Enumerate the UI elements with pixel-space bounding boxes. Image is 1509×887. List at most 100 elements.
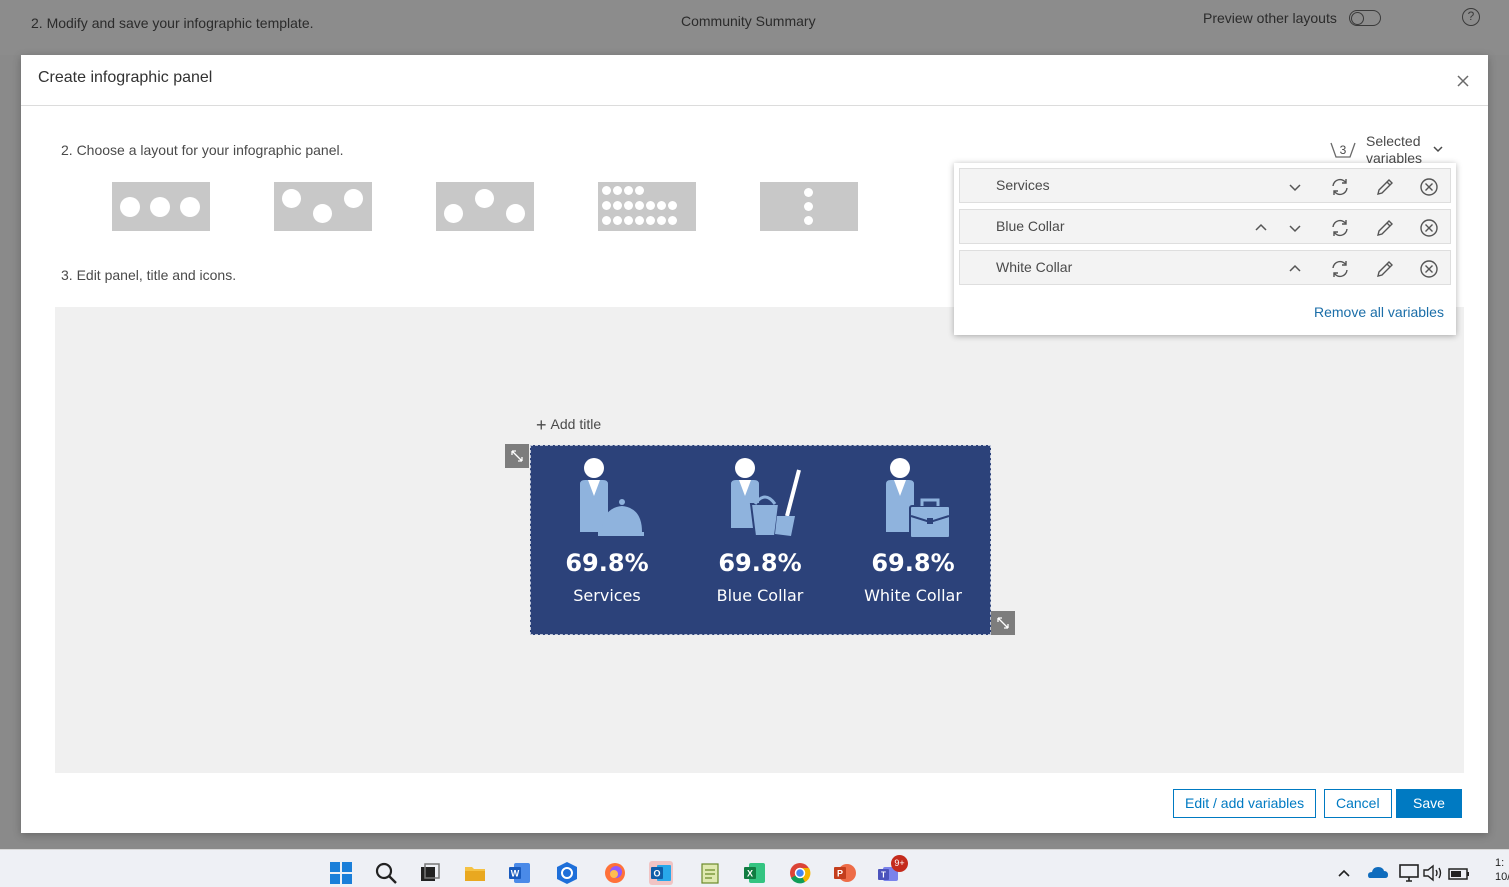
stat-white-collar[interactable]: 69.8% White Collar bbox=[838, 446, 988, 636]
layout-dot bbox=[657, 201, 666, 210]
layout-dot bbox=[804, 202, 813, 211]
notepad-icon[interactable] bbox=[698, 861, 722, 885]
svg-text:X: X bbox=[747, 869, 753, 879]
search-icon[interactable] bbox=[374, 861, 398, 885]
modal-title: Create infographic panel bbox=[38, 69, 213, 86]
background-step-text: 2. Modify and save your infographic temp… bbox=[31, 15, 314, 31]
refresh-icon[interactable] bbox=[1329, 217, 1351, 239]
variable-row-white-collar[interactable]: White Collar bbox=[959, 250, 1451, 285]
layout-option-three-zigzag-up[interactable] bbox=[436, 182, 534, 231]
stat-value: 69.8% bbox=[871, 549, 955, 577]
resize-handle-bottom-right[interactable] bbox=[991, 611, 1015, 635]
variable-row-blue-collar[interactable]: Blue Collar bbox=[959, 209, 1451, 244]
layout-dot bbox=[313, 204, 332, 223]
clock-date: 10/10 bbox=[1495, 871, 1509, 883]
powerpoint-icon[interactable]: P bbox=[833, 861, 857, 885]
refresh-icon[interactable] bbox=[1329, 176, 1351, 198]
layout-dot bbox=[602, 186, 611, 195]
layout-option-three-row[interactable] bbox=[112, 182, 210, 231]
refresh-icon[interactable] bbox=[1329, 258, 1351, 280]
blue-collar-worker-icon bbox=[731, 458, 801, 537]
selected-variables-toggle[interactable]: 3 Selected variables bbox=[1329, 132, 1449, 166]
variable-name: Services bbox=[996, 177, 1050, 193]
variable-name: White Collar bbox=[996, 259, 1073, 275]
svg-text:T: T bbox=[881, 871, 886, 880]
layout-dot bbox=[602, 216, 611, 225]
battery-icon[interactable] bbox=[1447, 861, 1471, 885]
layout-dot bbox=[624, 186, 633, 195]
layout-dot bbox=[646, 201, 655, 210]
taskbar-clock[interactable]: 1: 10/10 bbox=[1495, 856, 1509, 884]
pencil-icon[interactable] bbox=[1374, 217, 1396, 239]
remove-circle-icon[interactable] bbox=[1418, 258, 1440, 280]
remove-all-variables-link[interactable]: Remove all variables bbox=[1314, 304, 1444, 320]
layout-dot bbox=[120, 197, 140, 217]
chevron-down-icon bbox=[1433, 146, 1443, 153]
resize-handle-top-left[interactable] bbox=[505, 444, 529, 468]
windows-taskbar: W O X P T 9+ 1: 10/10 bbox=[0, 849, 1509, 887]
save-button[interactable]: Save bbox=[1396, 789, 1462, 818]
chevron-up-icon[interactable] bbox=[1336, 861, 1352, 885]
word-icon[interactable]: W bbox=[508, 861, 532, 885]
layout-dot bbox=[475, 189, 494, 208]
firefox-icon[interactable] bbox=[603, 861, 627, 885]
layout-dot bbox=[444, 204, 463, 223]
outlook-icon[interactable]: O bbox=[649, 861, 673, 885]
chrome-icon[interactable] bbox=[788, 861, 812, 885]
preview-layouts-toggle[interactable] bbox=[1349, 10, 1381, 26]
layout-option-grid[interactable] bbox=[598, 182, 696, 231]
layout-dot bbox=[804, 188, 813, 197]
move-down-icon[interactable] bbox=[1284, 176, 1306, 198]
stat-blue-collar[interactable]: 69.8% Blue Collar bbox=[685, 446, 835, 636]
add-title-button[interactable]: + Add title bbox=[536, 415, 601, 436]
remove-circle-icon[interactable] bbox=[1418, 176, 1440, 198]
task-view-icon[interactable] bbox=[418, 861, 442, 885]
windows-start-icon[interactable] bbox=[329, 861, 353, 885]
services-worker-icon bbox=[580, 458, 644, 536]
selected-variables-label-line1: Selected bbox=[1366, 133, 1421, 149]
panel-editor-canvas: + Add title 69.8% Services 69.8% Blue Co… bbox=[55, 307, 1464, 773]
excel-icon[interactable]: X bbox=[743, 861, 767, 885]
layout-option-three-zigzag-down[interactable] bbox=[274, 182, 372, 231]
move-up-icon[interactable] bbox=[1284, 258, 1306, 280]
selected-count-icon: 3 bbox=[1330, 142, 1356, 158]
close-icon[interactable] bbox=[1453, 71, 1473, 91]
edit-add-variables-button[interactable]: Edit / add variables bbox=[1173, 789, 1317, 818]
stat-services[interactable]: 69.8% Services bbox=[532, 446, 682, 636]
variable-row-services[interactable]: Services bbox=[959, 168, 1451, 203]
infographic-panel[interactable]: 69.8% Services 69.8% Blue Collar 69.8% W… bbox=[530, 445, 991, 635]
stat-label: White Collar bbox=[864, 586, 962, 605]
layout-dot bbox=[668, 201, 677, 210]
layout-dot bbox=[613, 216, 622, 225]
volume-icon[interactable] bbox=[1421, 861, 1445, 885]
variable-name: Blue Collar bbox=[996, 218, 1065, 234]
layout-dot bbox=[602, 201, 611, 210]
layout-dot bbox=[506, 204, 525, 223]
modal-header: Create infographic panel bbox=[21, 55, 1488, 106]
help-icon[interactable]: ? bbox=[1462, 8, 1480, 26]
layout-dot bbox=[344, 189, 363, 208]
cancel-button[interactable]: Cancel bbox=[1324, 789, 1392, 818]
teams-notification-badge: 9+ bbox=[891, 855, 908, 872]
layout-dot bbox=[635, 186, 644, 195]
layout-option-vertical[interactable] bbox=[760, 182, 858, 231]
layout-dot bbox=[180, 197, 200, 217]
security-app-icon[interactable] bbox=[555, 861, 579, 885]
move-down-icon[interactable] bbox=[1284, 217, 1306, 239]
network-icon[interactable] bbox=[1397, 861, 1421, 885]
stat-value: 69.8% bbox=[718, 549, 802, 577]
remove-circle-icon[interactable] bbox=[1418, 217, 1440, 239]
svg-text:O: O bbox=[653, 869, 660, 879]
plus-icon: + bbox=[536, 415, 547, 435]
preview-layouts-label: Preview other layouts bbox=[1203, 10, 1337, 26]
file-explorer-icon[interactable] bbox=[463, 861, 487, 885]
pencil-icon[interactable] bbox=[1374, 176, 1396, 198]
move-up-icon[interactable] bbox=[1250, 217, 1272, 239]
stat-value: 69.8% bbox=[565, 549, 649, 577]
onedrive-icon[interactable] bbox=[1366, 861, 1390, 885]
layout-dot bbox=[657, 216, 666, 225]
layout-dot bbox=[624, 201, 633, 210]
step-2-label: 2. Choose a layout for your infographic … bbox=[61, 142, 344, 158]
pencil-icon[interactable] bbox=[1374, 258, 1396, 280]
background-template-title: Community Summary bbox=[681, 13, 816, 29]
